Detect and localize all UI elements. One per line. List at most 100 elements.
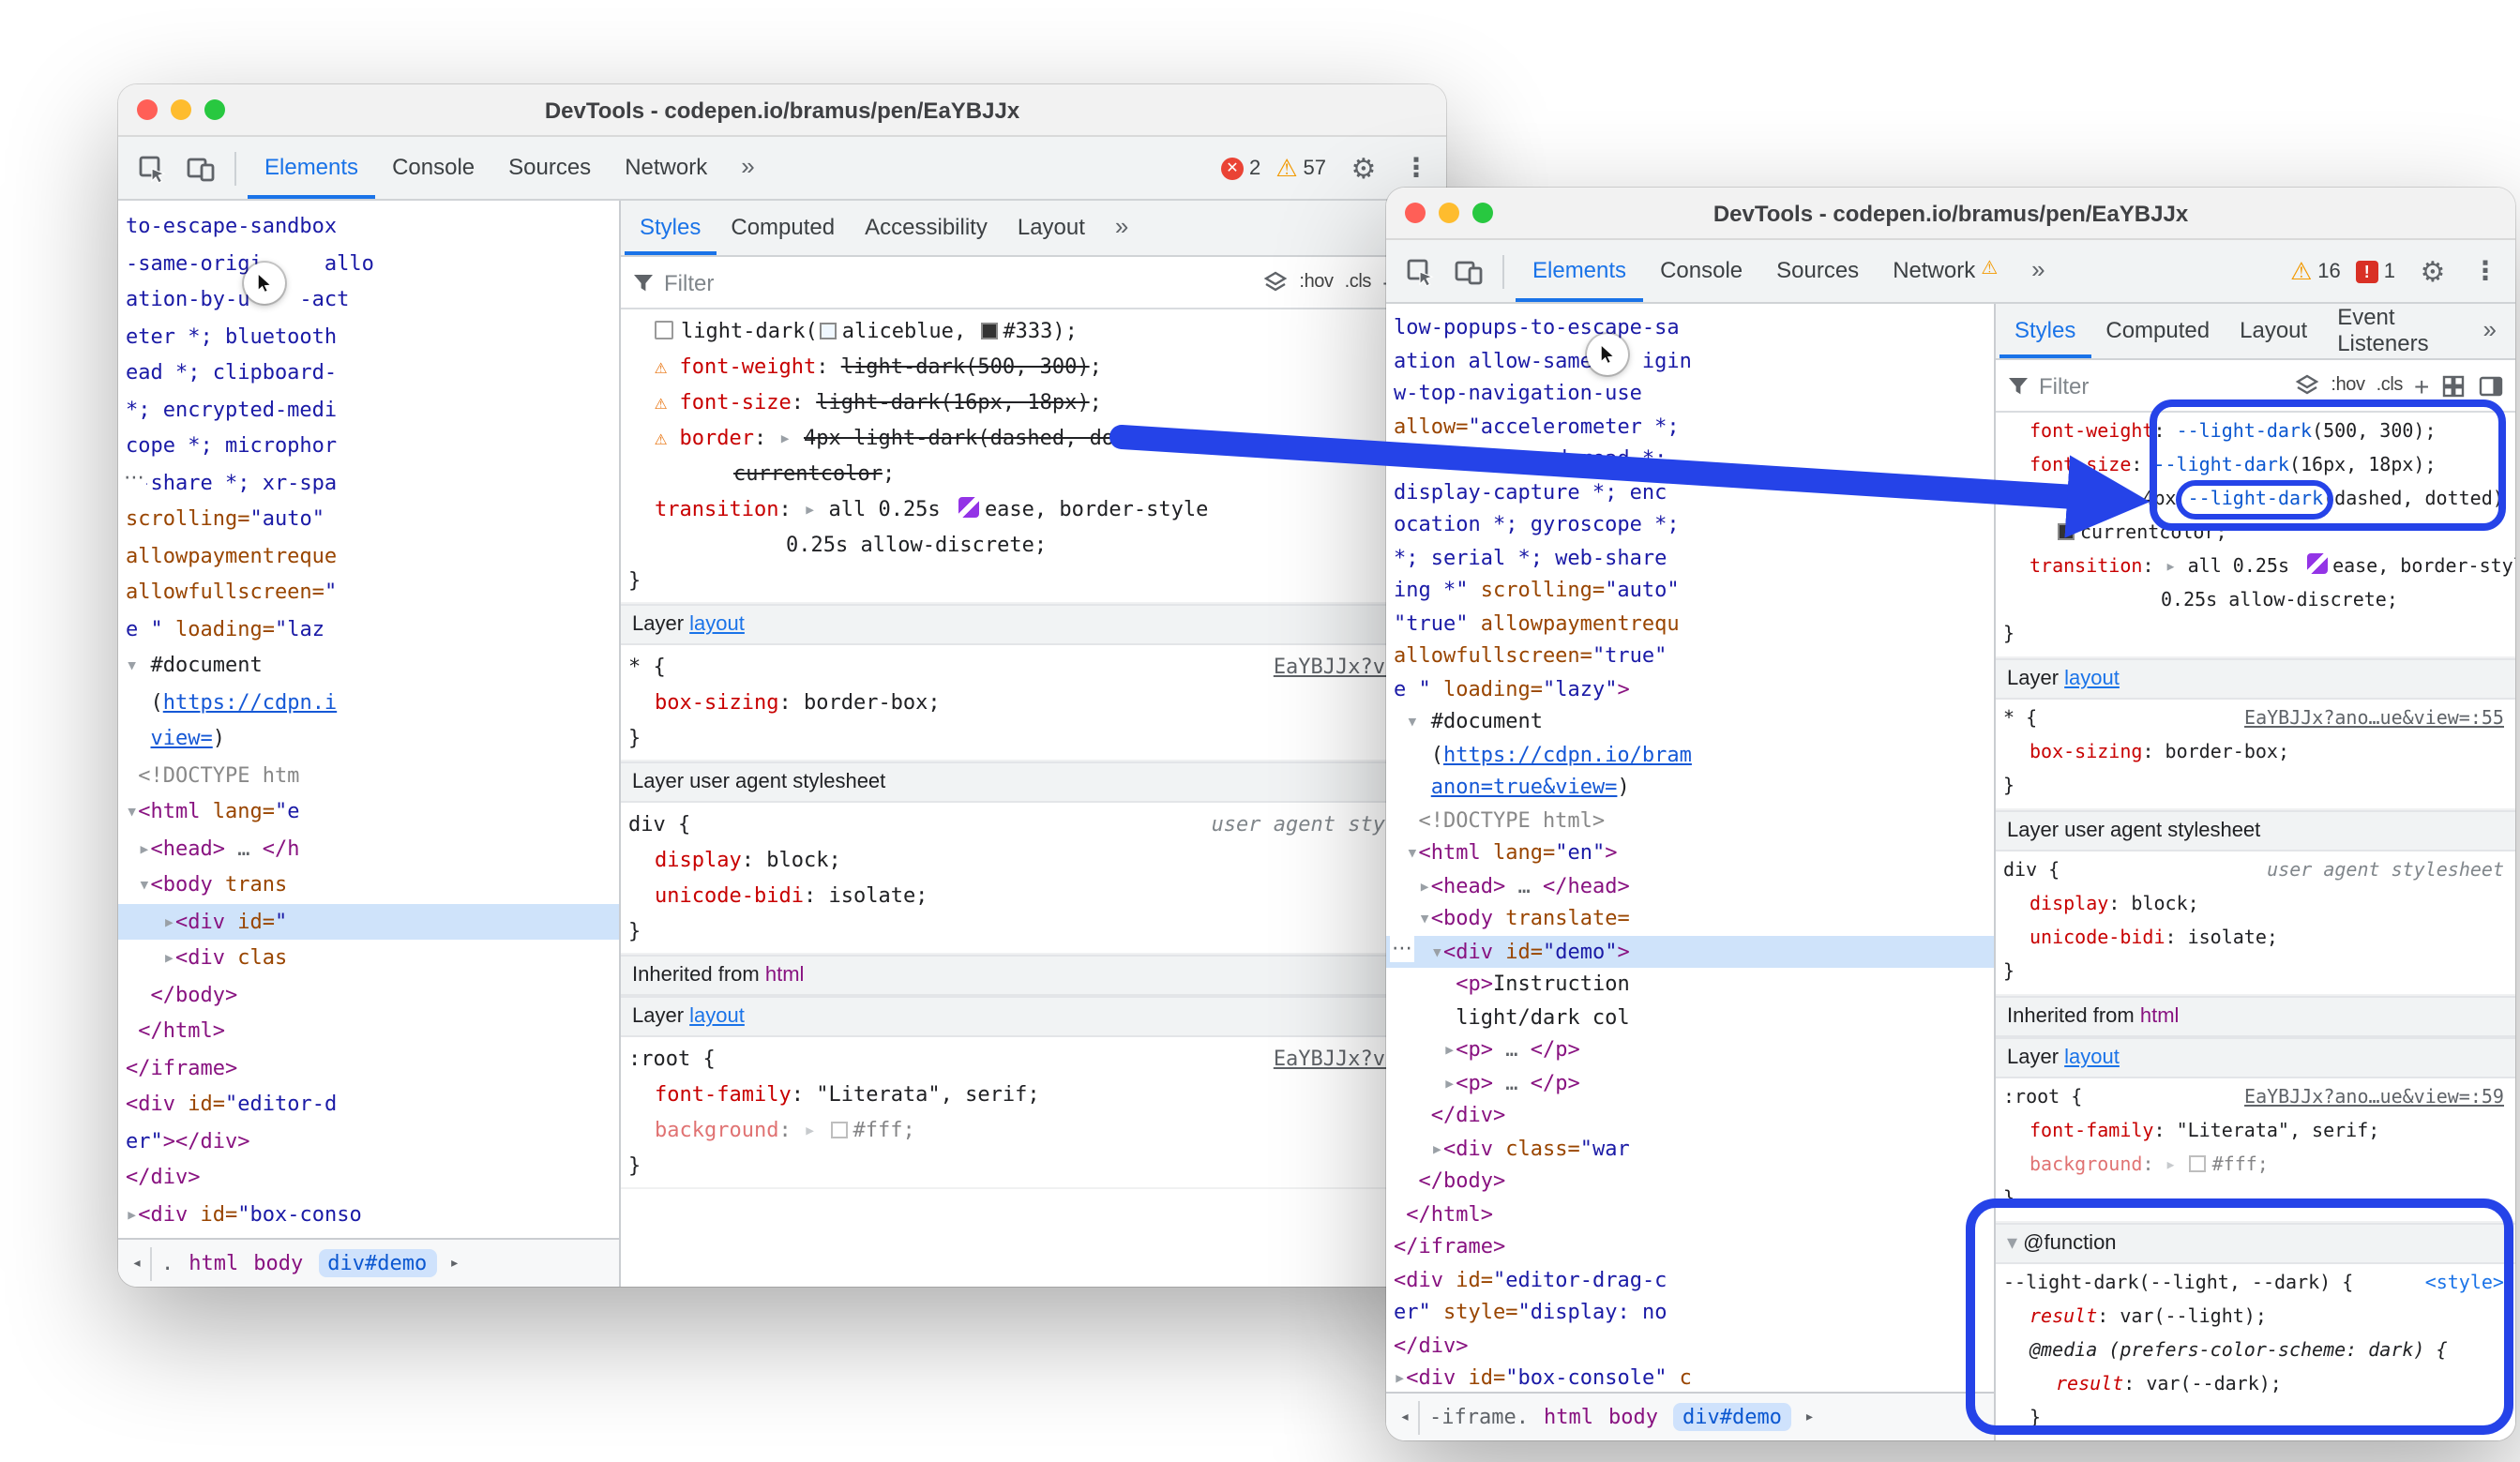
breadcrumb-back-icon[interactable]: ◂: [1392, 1400, 1420, 1434]
stylesheet-link[interactable]: EaYBJJx?ano…ue&view=:59: [2244, 1082, 2504, 1116]
dom-tree-row[interactable]: ▸<head> … </head>: [1386, 869, 1994, 902]
dom-tree-row[interactable]: <div id="editor-drag-c: [1386, 1263, 1994, 1296]
dom-tree-row[interactable]: display-capture *; enc: [1386, 475, 1994, 508]
dom-tree-row[interactable]: cope *; microphor: [118, 428, 619, 464]
dom-tree-row[interactable]: ation allow-same igin: [1386, 344, 1994, 377]
dom-tree-row[interactable]: b-share *; xr-spa: [118, 464, 619, 501]
style-declaration[interactable]: ⚠ font-size: light-dark(16px, 18px);: [621, 384, 1446, 420]
dom-tree-row[interactable]: low-popups-to-escape-sa: [1386, 311, 1994, 344]
new-style-rule-button[interactable]: +: [2414, 376, 2429, 395]
dom-tree-row[interactable]: ▸<head> … </h: [118, 830, 619, 867]
styles-filter-input[interactable]: [664, 269, 1252, 295]
style-declaration[interactable]: ⚠ font-weight: light-dark(500, 300);: [621, 349, 1446, 384]
dom-tree-row[interactable]: ▸<div id="box-conso: [118, 1196, 619, 1232]
style-declaration[interactable]: box-sizing: border-box;: [1996, 737, 2515, 771]
breadcrumb-item[interactable]: div#demo: [318, 1249, 436, 1277]
dom-tree-row[interactable]: ing *" scrolling="auto": [1386, 574, 1994, 607]
style-declaration[interactable]: ⚠ border: ▸ 4px light-dark(dashed, dotte…: [621, 420, 1446, 456]
console-warnings-badge[interactable]: ⚠ 16: [2290, 256, 2341, 286]
tab-network[interactable]: Network: [608, 137, 724, 199]
dom-tree-row[interactable]: allow="accelerometer *;: [1386, 410, 1994, 443]
dock-side-icon[interactable]: [2478, 372, 2504, 399]
style-declaration[interactable]: }: [1996, 1437, 2515, 1440]
dom-tree-row[interactable]: "true" allowpaymentrequ: [1386, 607, 1994, 640]
more-options-icon[interactable]: ⋮: [2470, 247, 2500, 295]
tab-network[interactable]: Network⚠: [1876, 240, 2014, 302]
stylesheet-link[interactable]: <style>: [2425, 1268, 2504, 1302]
dom-tree-row[interactable]: </html>: [118, 1013, 619, 1049]
dom-tree-row[interactable]: ▾<html lang="e: [118, 793, 619, 830]
style-declaration[interactable]: result: var(--light);: [1996, 1302, 2515, 1335]
tab-console[interactable]: Console: [375, 137, 491, 199]
dom-tree-row[interactable]: ▾<html lang="en">: [1386, 837, 1994, 869]
tab-sources[interactable]: Sources: [1759, 240, 1876, 302]
style-declaration[interactable]: display: block;: [621, 842, 1446, 878]
dom-tree-row[interactable]: -same-origi allo: [118, 245, 619, 281]
overflow-dots-icon[interactable]: ⋯: [1390, 936, 1414, 962]
breadcrumb-item[interactable]: html: [189, 1251, 238, 1275]
dom-tree-row[interactable]: *; serial *; web-share: [1386, 541, 1994, 574]
console-errors-badge[interactable]: ✕ 2: [1221, 157, 1260, 179]
breadcrumb-item[interactable]: body: [1608, 1405, 1658, 1429]
dom-tree-row[interactable]: <!DOCTYPE htm: [118, 757, 619, 793]
breadcrumb-item[interactable]: body: [253, 1251, 303, 1275]
tab-sources[interactable]: Sources: [491, 137, 608, 199]
dom-tree-row[interactable]: ▾ #document: [1386, 705, 1994, 738]
tab-elements[interactable]: Elements: [248, 137, 375, 199]
dom-tree-row[interactable]: view=): [118, 720, 619, 757]
inline-link[interactable]: view=: [151, 726, 213, 750]
dom-tree-row[interactable]: <div id="editor-d: [118, 1086, 619, 1123]
issues-badge[interactable]: ! 1: [2356, 260, 2395, 282]
dom-tree-row[interactable]: </div>: [1386, 1329, 1994, 1362]
style-declaration[interactable]: background: ▸ #fff;: [1996, 1150, 2515, 1183]
style-declaration[interactable]: font-size: --light-dark(16px, 18px);: [1996, 450, 2515, 484]
dom-tree-row[interactable]: w-top-navigation-use: [1386, 377, 1994, 410]
zoom-button[interactable]: [1472, 203, 1493, 223]
zoom-button[interactable]: [204, 99, 225, 120]
style-declaration[interactable]: font-family: "Literata", serif;: [1996, 1116, 2515, 1150]
dom-tree-row[interactable]: ▸<div class="war: [1386, 1132, 1994, 1165]
style-declaration[interactable]: }: [621, 1148, 1446, 1183]
style-declaration[interactable]: }: [1996, 771, 2515, 805]
dom-tree-row[interactable]: <!DOCTYPE html>: [1386, 804, 1994, 837]
console-warnings-badge[interactable]: ⚠ 57: [1275, 153, 1326, 183]
style-declaration[interactable]: currentcolor;: [621, 456, 1446, 491]
element-states-icon[interactable]: [1261, 269, 1288, 295]
style-declaration[interactable]: result: var(--dark);: [1996, 1369, 2515, 1403]
minimize-button[interactable]: [171, 99, 191, 120]
style-declaration[interactable]: unicode-bidi: isolate;: [1996, 923, 2515, 957]
style-declaration[interactable]: }: [621, 913, 1446, 949]
device-toolbar-icon[interactable]: [1446, 247, 1491, 295]
tab--[interactable]: »: [2014, 240, 2061, 302]
style-declaration[interactable]: }: [1996, 1183, 2515, 1217]
dom-tree-row[interactable]: to-escape-sandbox: [118, 208, 619, 245]
tab--[interactable]: »: [1100, 201, 1143, 255]
dom-tree-row[interactable]: allowfullscreen="true": [1386, 640, 1994, 672]
dom-tree-row[interactable]: </body>: [118, 976, 619, 1013]
close-button[interactable]: [137, 99, 158, 120]
tab-elements[interactable]: Elements: [1516, 240, 1643, 302]
toggle-class-button[interactable]: .cls: [1345, 272, 1371, 293]
breadcrumb-item[interactable]: -iframe.: [1429, 1405, 1529, 1429]
dom-tree-row[interactable]: eter *; bluetooth: [118, 318, 619, 354]
dom-tree-row[interactable]: ▸<div clas: [118, 940, 619, 976]
dom-tree-row[interactable]: ation-by-u -act: [118, 281, 619, 318]
stylesheet-link[interactable]: user agent stylesheet: [2267, 855, 2504, 889]
dom-tree-row[interactable]: </html>: [1386, 1198, 1994, 1230]
breadcrumb-item[interactable]: div#demo: [1673, 1403, 1791, 1431]
style-declaration[interactable]: }: [1996, 957, 2515, 990]
dom-tree-row[interactable]: scrolling="auto": [118, 501, 619, 537]
style-declaration[interactable]: 0.25s allow-discrete;: [1996, 585, 2515, 619]
style-declaration[interactable]: currentcolor;: [1996, 518, 2515, 551]
dom-tree-row[interactable]: ▸<div id=": [118, 903, 619, 940]
minimize-button[interactable]: [1439, 203, 1459, 223]
toggle-hover-state-button[interactable]: :hov: [1299, 272, 1333, 293]
dom-tree-row[interactable]: ▸<div id="box-console" c: [1386, 1362, 1994, 1392]
style-declaration[interactable]: light-dark(aliceblue, #333);: [621, 313, 1446, 349]
breadcrumb-forward-icon[interactable]: ▸: [445, 1254, 463, 1273]
grid-editor-icon[interactable]: [2440, 372, 2467, 399]
tab-event-listeners[interactable]: Event Listeners: [2322, 304, 2467, 358]
settings-gear-icon[interactable]: ⚙: [1341, 143, 1386, 192]
tab-styles[interactable]: Styles: [1999, 304, 2090, 358]
toggle-hover-state-button[interactable]: :hov: [2331, 375, 2364, 396]
